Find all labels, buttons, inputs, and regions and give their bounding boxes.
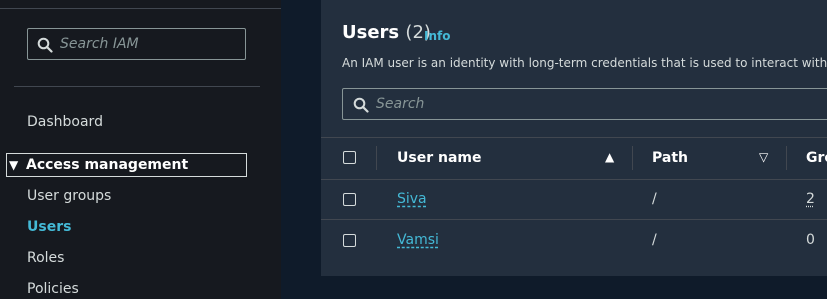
sidebar-item-roles[interactable]: Roles xyxy=(27,250,64,266)
column-header-username[interactable]: User name xyxy=(397,150,481,166)
sidebar-item-dashboard[interactable]: Dashboard xyxy=(27,114,103,130)
table-cell-groups: 0 xyxy=(806,232,815,248)
page-background xyxy=(321,276,827,299)
row-checkbox[interactable] xyxy=(343,234,356,247)
sidebar-item-policies[interactable]: Policies xyxy=(27,281,79,297)
section-access-management[interactable]: ▼ Access management xyxy=(6,153,247,177)
user-link[interactable]: Vamsi xyxy=(397,232,439,248)
main-gap xyxy=(281,0,321,299)
table-cell-groups[interactable]: 2 xyxy=(806,191,815,207)
search-icon xyxy=(37,37,53,53)
column-separator xyxy=(376,146,377,170)
sidebar: Dashboard ▼ Access management User group… xyxy=(0,0,281,299)
sidebar-divider xyxy=(14,86,260,87)
column-separator xyxy=(786,146,787,170)
page-description: An IAM user is an identity with long-ter… xyxy=(342,56,827,70)
table-row-divider xyxy=(321,219,827,220)
table-cell-username: Vamsi xyxy=(397,232,439,248)
table-search[interactable] xyxy=(342,88,827,120)
sidebar-search-input[interactable] xyxy=(60,29,240,59)
caret-down-icon: ▼ xyxy=(9,158,19,172)
table-header-divider xyxy=(321,179,827,180)
sidebar-search[interactable] xyxy=(27,28,246,60)
sort-descending-icon[interactable]: ▽ xyxy=(759,150,768,164)
sidebar-item-user-groups[interactable]: User groups xyxy=(27,188,111,204)
sidebar-item-users[interactable]: Users xyxy=(27,219,71,235)
sort-ascending-icon[interactable]: ▲ xyxy=(605,150,614,164)
column-separator xyxy=(632,146,633,170)
table-top-divider xyxy=(321,137,827,138)
select-all-checkbox[interactable] xyxy=(343,151,356,164)
table-cell-path: / xyxy=(652,232,657,248)
column-header-groups[interactable]: Gro xyxy=(806,150,827,166)
section-title: Access management xyxy=(26,157,189,173)
column-header-path[interactable]: Path xyxy=(652,150,688,166)
table-search-input[interactable] xyxy=(376,89,816,119)
sidebar-top-divider xyxy=(0,8,281,9)
search-icon xyxy=(353,97,369,113)
info-link[interactable]: Info xyxy=(424,29,450,43)
page-title: Users (2) xyxy=(342,22,431,43)
row-checkbox[interactable] xyxy=(343,193,356,206)
table-cell-username: Siva xyxy=(397,191,427,207)
users-panel: Users (2) Info An IAM user is an identit… xyxy=(321,0,827,276)
user-link[interactable]: Siva xyxy=(397,191,427,207)
table-cell-path: / xyxy=(652,191,657,207)
page-title-text: Users xyxy=(342,22,400,43)
